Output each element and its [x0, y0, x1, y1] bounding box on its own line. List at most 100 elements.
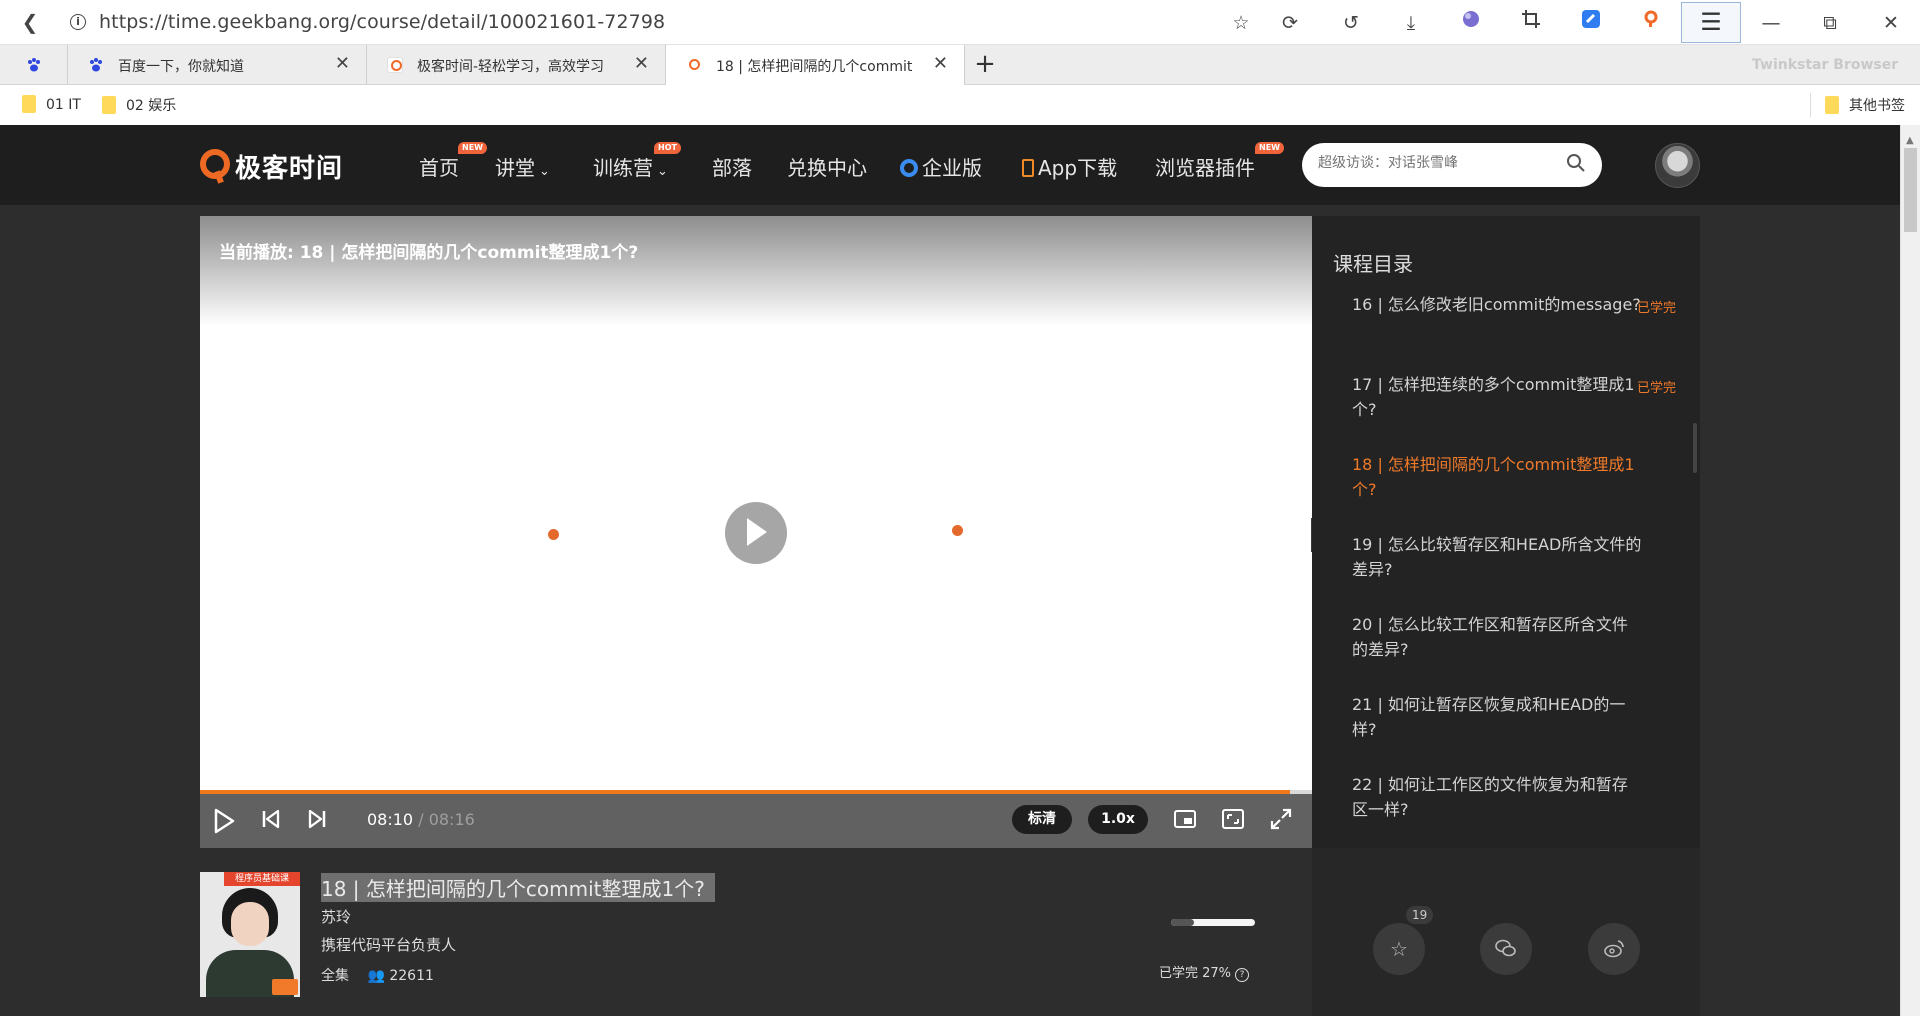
tab-title: 百度一下，你就知道 [118, 59, 244, 75]
scrollbar-thumb[interactable] [1904, 148, 1917, 232]
download-icon[interactable]: ⤓ [1396, 8, 1426, 38]
previous-icon[interactable] [257, 807, 285, 835]
bookmark-folder-other[interactable]: 其他书签 [1825, 95, 1905, 115]
back-icon[interactable]: ❮ [18, 10, 42, 34]
site-info-icon[interactable]: i [70, 14, 86, 30]
geekbang-favicon-icon [387, 57, 403, 73]
learners-count: 22611 [389, 968, 434, 984]
browser-menu-button[interactable]: ☰ [1681, 2, 1741, 43]
video-player[interactable]: 当前播放: 18 | 怎样把间隔的几个commit整理成1个? 08:10 / … [200, 216, 1312, 848]
completed-label: 已学完 [1637, 301, 1677, 316]
site-header: 极客时间 首页 NEW 讲堂 ⌄ 训练营 ⌄ HOT 部落 兑换中心 企业版 App… [0, 125, 1900, 205]
bookmarks-bar: 01 IT 02 娱乐 其他书签 [0, 85, 1920, 125]
nav-home[interactable]: 首页 [419, 152, 459, 181]
nav-training-camp[interactable]: 训练营 ⌄ [593, 152, 668, 181]
tab-current-lesson[interactable]: 18 | 怎样把间隔的几个commit ✕ [666, 45, 965, 86]
nav-app-download[interactable]: App下载 [1022, 152, 1117, 181]
tab-close-icon[interactable]: ✕ [933, 53, 948, 74]
geekbang-favicon-icon [686, 57, 702, 73]
learning-progress-bar [1171, 919, 1255, 926]
lesson-title: 18 | 怎样把间隔的几个commit整理成1个? [321, 873, 715, 902]
hot-badge: HOT [654, 142, 681, 154]
playlist-item[interactable]: 22 | 如何让工作区的文件恢复为和暂存区一样? [1352, 772, 1642, 822]
favorite-star-icon[interactable]: ☆ [1373, 923, 1425, 975]
playlist-item[interactable]: 16 | 怎么修改老旧commit的message? [1352, 292, 1642, 317]
bookmark-folder-it[interactable]: 01 IT [22, 95, 81, 113]
cover-portrait-face [231, 902, 269, 946]
playlist-item[interactable]: 21 | 如何让暂存区恢复成和HEAD的一样? [1352, 692, 1642, 742]
pip-icon[interactable] [1171, 807, 1199, 835]
video-top-gradient [200, 216, 1312, 326]
playlist-heading: 课程目录 [1333, 252, 1413, 276]
folder-icon [102, 96, 116, 114]
extension-blue-icon[interactable] [1576, 8, 1606, 38]
extension-globe-icon[interactable] [1456, 8, 1486, 38]
help-icon[interactable]: ? [1235, 968, 1250, 982]
nav-tribe[interactable]: 部落 [712, 152, 752, 181]
chevron-down-icon: ⌄ [657, 164, 668, 179]
web-fullscreen-icon[interactable] [1219, 807, 1247, 835]
time-display: 08:10 / 08:16 [367, 810, 475, 829]
tab-title: 极客时间-轻松学习，高效学习 [417, 59, 605, 75]
undo-icon[interactable]: ↺ [1336, 8, 1366, 38]
new-tab-button[interactable]: + [965, 45, 1005, 85]
refresh-icon[interactable]: ⟳ [1275, 8, 1305, 38]
bookmark-folder-ent[interactable]: 02 娱乐 [102, 95, 176, 115]
tab-pinned-baidu[interactable] [0, 45, 68, 85]
playlist-item[interactable]: 17 | 怎样把连续的多个commit整理成1个? [1352, 372, 1642, 422]
scroll-up-icon[interactable]: ▲ [1906, 135, 1914, 146]
tab-close-icon[interactable]: ✕ [335, 53, 350, 74]
address-bar-url[interactable]: https://time.geekbang.org/course/detail/… [99, 11, 665, 33]
tab-baidu[interactable]: 百度一下，你就知道 ✕ [68, 45, 367, 85]
playlist-item[interactable]: 20 | 怎么比较工作区和暂存区所含文件的差异? [1352, 612, 1642, 662]
decorative-dot [548, 529, 559, 540]
minimize-icon[interactable]: — [1756, 8, 1786, 38]
new-badge: NEW [1255, 142, 1284, 154]
new-badge: NEW [458, 142, 487, 154]
nav-browser-plugin[interactable]: 浏览器插件 [1155, 152, 1255, 181]
course-cover[interactable]: 程序员基础课 [200, 872, 300, 997]
course-playlist: 课程目录 16 | 怎么修改老旧commit的message? 已学完 17 |… [1312, 216, 1700, 848]
geekbang-extension-icon[interactable] [1636, 8, 1666, 38]
next-icon[interactable] [303, 807, 331, 835]
tab-geekbang-home[interactable]: 极客时间-轻松学习，高效学习 ✕ [367, 45, 666, 85]
tab-close-icon[interactable]: ✕ [634, 53, 649, 74]
crop-icon[interactable] [1516, 8, 1546, 38]
wechat-icon[interactable] [1480, 923, 1532, 975]
user-avatar[interactable] [1655, 143, 1700, 188]
nav-redeem-center[interactable]: 兑换中心 [787, 152, 867, 181]
favorite-count: 19 [1406, 906, 1434, 924]
nav-lectures[interactable]: 讲堂 ⌄ [495, 152, 550, 181]
fullscreen-icon[interactable] [1267, 807, 1295, 835]
bookmark-star-icon[interactable]: ☆ [1226, 8, 1256, 38]
bookmarks-divider [1810, 93, 1811, 117]
playlist-item[interactable]: 19 | 怎么比较暂存区和HEAD所含文件的差异? [1352, 532, 1642, 582]
close-window-icon[interactable]: ✕ [1876, 8, 1906, 38]
completed-label: 已学完 [1637, 381, 1677, 396]
playlist-scrollbar[interactable] [1693, 423, 1697, 473]
restore-icon[interactable]: ⧉ [1815, 8, 1845, 38]
nav-enterprise[interactable]: 企业版 [900, 152, 982, 181]
browser-toolbar: ❮ i https://time.geekbang.org/course/det… [0, 0, 1920, 45]
speed-button[interactable]: 1.0x [1088, 805, 1148, 834]
learning-progress-text: 已学完 27%? [1159, 962, 1250, 982]
tab-title: 18 | 怎样把间隔的几个commit [716, 59, 913, 75]
folder-icon [22, 95, 36, 113]
playlist-item-current[interactable]: 18 | 怎样把间隔的几个commit整理成1个? [1352, 452, 1642, 502]
page-scrollbar[interactable]: ▲ [1900, 125, 1920, 1016]
big-play-button[interactable] [725, 502, 787, 564]
browser-brand: Twinkstar Browser [1752, 57, 1899, 73]
quality-button[interactable]: 标清 [1012, 805, 1072, 834]
page-content: 极客时间 首页 NEW 讲堂 ⌄ 训练营 ⌄ HOT 部落 兑换中心 企业版 App… [0, 125, 1900, 1016]
logo-mark-icon [200, 149, 230, 179]
baidu-paw-icon [28, 58, 40, 72]
search-input[interactable] [1318, 155, 1548, 171]
search-icon[interactable] [1566, 153, 1586, 173]
play-icon[interactable] [210, 807, 238, 835]
weibo-icon[interactable] [1588, 923, 1640, 975]
chevron-down-icon: ⌄ [539, 164, 550, 179]
video-camera-icon [272, 979, 298, 995]
baidu-paw-icon [90, 58, 102, 72]
collection-label[interactable]: 全集 [321, 968, 349, 984]
enterprise-logo-icon [900, 159, 918, 177]
